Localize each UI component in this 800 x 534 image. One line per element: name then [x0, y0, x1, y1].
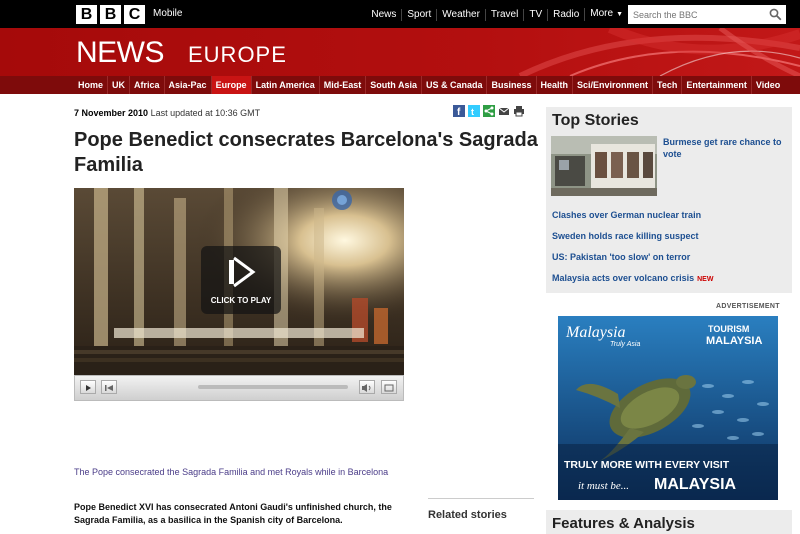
new-badge: NEW: [697, 276, 714, 283]
global-nav-sport[interactable]: Sport: [401, 8, 436, 21]
print-icon[interactable]: [513, 104, 525, 117]
section-nav-entertainment[interactable]: Entertainment: [681, 76, 751, 94]
lead-story-link[interactable]: Burmese get rare chance to vote: [663, 136, 783, 160]
search-box: [628, 5, 786, 24]
section-nav-video[interactable]: Video: [750, 76, 784, 94]
global-nav-more[interactable]: More ▼: [584, 8, 628, 21]
section-nav-home[interactable]: Home: [74, 76, 107, 94]
section-nav-mid-east[interactable]: Mid-East: [318, 76, 366, 94]
ad-country: MALAYSIA: [654, 476, 737, 493]
section-title: EUROPE: [188, 42, 287, 67]
top-story-text: Sweden holds race killing suspect: [552, 231, 699, 241]
malaysia-tourism-advert[interactable]: Malaysia Truly Asia TOURISM MALAYSIA TRU…: [558, 316, 778, 500]
play-small-icon: [86, 385, 91, 391]
ad-brand-script: Malaysia: [566, 324, 626, 341]
email-icon[interactable]: [498, 104, 510, 116]
top-stories-list: Clashes over German nuclear train Sweden…: [552, 209, 788, 295]
dateline: 7 November 2010 Last updated at 10:36 GM…: [74, 108, 260, 118]
video-progress-track[interactable]: [198, 385, 348, 389]
ad-tourism-line2: MALAYSIA: [706, 335, 763, 347]
article-headline: Pope Benedict consecrates Barcelona's Sa…: [74, 129, 538, 176]
article-body-paragraph: Pope Benedict XVI has consecrated Antoni…: [74, 502, 392, 525]
play-button[interactable]: CLICK TO PLAY: [201, 246, 281, 314]
volume-icon: [362, 384, 371, 392]
section-nav-africa[interactable]: Africa: [129, 76, 164, 94]
section-nav-asia-pac[interactable]: Asia-Pac: [163, 76, 211, 94]
features-analysis-panel: Features & Analysis: [546, 510, 792, 534]
section-nav-health[interactable]: Health: [535, 76, 573, 94]
bbc-logo[interactable]: B B C: [76, 5, 145, 24]
ad-it-must-be: it must be...: [578, 480, 630, 492]
chevron-down-icon: ▼: [616, 11, 623, 18]
rewind-icon: [105, 385, 113, 391]
click-to-play-label: CLICK TO PLAY: [210, 296, 272, 305]
section-nav-sci-environment[interactable]: Sci/Environment: [572, 76, 652, 94]
bbc-logo-letter-b1: B: [76, 5, 97, 24]
global-nav-travel[interactable]: Travel: [484, 8, 523, 21]
rewind-button[interactable]: [101, 380, 117, 394]
global-nav-tv[interactable]: TV: [523, 8, 547, 21]
section-nav-us-canada[interactable]: US & Canada: [420, 76, 487, 94]
global-nav-weather[interactable]: Weather: [436, 8, 485, 21]
fullscreen-button[interactable]: [381, 380, 397, 394]
top-story-link[interactable]: Sweden holds race killing suspect: [552, 230, 788, 242]
video-controls: [74, 375, 404, 401]
top-story-text: US: Pakistan 'too slow' on terror: [552, 252, 691, 262]
top-story-text: Malaysia acts over volcano crisis: [552, 273, 695, 283]
section-nav-business[interactable]: Business: [486, 76, 535, 94]
facebook-icon[interactable]: f: [453, 104, 465, 118]
search-icon[interactable]: [769, 8, 782, 21]
bbc-logo-letter-c: C: [124, 5, 145, 24]
article-date: 7 November 2010: [74, 108, 149, 118]
share-tools: f t: [453, 104, 525, 118]
news-wordmark[interactable]: NEWS: [76, 36, 165, 70]
top-story-link[interactable]: Clashes over German nuclear train: [552, 209, 788, 221]
page: B B C Mobile News Sport Weather Travel T…: [0, 0, 800, 534]
section-nav: Home UK Africa Asia-Pac Europe Latin Ame…: [0, 76, 800, 94]
twitter-icon[interactable]: t: [468, 104, 480, 117]
bbc-top-bar: B B C Mobile News Sport Weather Travel T…: [0, 0, 800, 28]
search-input[interactable]: [628, 5, 764, 24]
section-nav-uk[interactable]: UK: [107, 76, 129, 94]
last-updated: Last updated at 10:36 GMT: [150, 108, 261, 118]
top-story-text: Clashes over German nuclear train: [552, 210, 702, 220]
related-stories-heading: Related stories: [428, 498, 534, 521]
top-story-link[interactable]: US: Pakistan 'too slow' on terror: [552, 251, 788, 263]
news-masthead: NEWS EUROPE: [0, 28, 800, 76]
features-analysis-title: Features & Analysis: [552, 515, 695, 532]
ad-tagline: TRULY MORE WITH EVERY VISIT: [564, 459, 730, 471]
more-label: More: [590, 8, 614, 19]
volume-button[interactable]: [359, 380, 375, 394]
masthead-swirl-graphic: [518, 28, 800, 76]
mobile-link[interactable]: Mobile: [153, 8, 182, 19]
ad-brand-tag: Truly Asia: [610, 341, 641, 348]
top-stories-panel: Top Stories Burmese get rare chance to v…: [546, 107, 792, 293]
lead-story-image[interactable]: [551, 136, 657, 196]
section-nav-europe[interactable]: Europe: [210, 76, 251, 94]
bbc-logo-letter-b2: B: [100, 5, 121, 24]
section-nav-tech[interactable]: Tech: [652, 76, 681, 94]
share-icon[interactable]: [483, 104, 495, 117]
play-icon: [229, 256, 256, 288]
global-nav-radio[interactable]: Radio: [547, 8, 584, 21]
video-caption: The Pope consecrated the Sagrada Familia…: [74, 467, 389, 477]
section-nav-south-asia[interactable]: South Asia: [365, 76, 421, 94]
video-player[interactable]: CLICK TO PLAY: [74, 188, 404, 375]
top-stories-title: Top Stories: [552, 112, 639, 129]
burma-election-photo: [551, 136, 657, 196]
top-story-link[interactable]: Malaysia acts over volcano crisis NEW: [552, 272, 788, 286]
fullscreen-icon: [384, 384, 394, 392]
svg-text:t: t: [471, 107, 474, 117]
global-nav: News Sport Weather Travel TV Radio More ▼: [366, 8, 628, 21]
play-control-button[interactable]: [80, 380, 96, 394]
ad-tourism-line1: TOURISM: [708, 324, 750, 334]
section-nav-latin-america[interactable]: Latin America: [250, 76, 319, 94]
advertisement-label: ADVERTISEMENT: [716, 303, 780, 310]
global-nav-news[interactable]: News: [366, 9, 401, 21]
